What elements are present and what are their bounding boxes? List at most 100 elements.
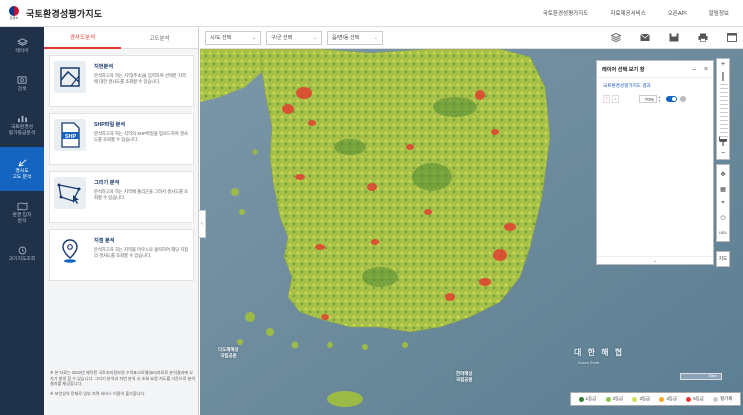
topnav-item-open-api[interactable]: 오픈API — [668, 9, 687, 17]
sidebar-item-label: 과거지도조회 — [8, 256, 36, 262]
government-emblem-icon: 환경부 — [8, 6, 20, 20]
sidebar-item-label: 레이어 — [15, 48, 29, 54]
sidebar-item-search[interactable]: 검색 — [0, 65, 44, 103]
opacity-stepper[interactable]: ▲ ▼ — [658, 95, 663, 103]
move-down-icon[interactable]: ↓ — [612, 95, 619, 103]
map-type-button[interactable]: 지도 — [716, 251, 730, 267]
card-title: SHP파일 분석 — [94, 122, 126, 128]
district-select[interactable]: 구/군 선택 ⌄ — [266, 30, 322, 45]
select-value: 구/군 선택 — [271, 35, 293, 41]
card-description: 분석하고자 하는 지역에 폴리곤을 그려서 경사도를 조회할 수 있습니다. — [94, 189, 189, 201]
chevron-down-icon: ⌄ — [373, 34, 378, 41]
legend-item: 1등급 — [578, 396, 596, 402]
tab-elevation-analysis[interactable]: 고도분석 — [121, 27, 198, 49]
sidebar-item-label: 환경 입지 분석 — [12, 212, 32, 224]
topnav-item-data-service[interactable]: 자료제공서비스 — [610, 9, 645, 17]
icon-sidebar: 레이어 검색 국토환경성 평가등급분석 경사도 고도 분석 환경 입지 분석 과… — [0, 27, 44, 415]
sidebar-item-label: 국토환경성 평가등급분석 — [8, 124, 36, 136]
close-icon[interactable]: × — [704, 66, 708, 73]
legend-item: 2등급 — [605, 396, 623, 402]
legend-item: 5등급 — [686, 396, 704, 402]
layers-stack-icon[interactable] — [611, 33, 621, 42]
compass-icon[interactable]: ✥ — [720, 171, 725, 178]
zoom-out-button[interactable]: − — [721, 148, 725, 159]
analysis-tabs: 경사도분석 고도분석 — [44, 27, 198, 49]
legend-swatch — [686, 396, 692, 402]
card-description: 분석하고자 하는 지역(주소)을 입력하여 선택한 지역에 대한 경사도를 조회… — [94, 73, 186, 85]
map-tool-group — [592, 33, 737, 42]
point-marker-icon — [54, 235, 86, 267]
move-up-icon[interactable]: ↑ — [603, 95, 610, 103]
chevron-down-icon: ⌄ — [652, 258, 658, 264]
grid-icon[interactable]: ▦ — [720, 186, 726, 193]
legend-item: 4등급 — [659, 396, 677, 402]
sidebar-item-layers[interactable]: 레이어 — [0, 27, 44, 65]
draw-analysis-card[interactable]: 그리기 분석 분석하고자 하는 지역에 폴리곤을 그려서 경사도를 조회할 수 … — [49, 171, 194, 223]
sea-label: 대 한 해 협 — [574, 348, 625, 357]
card-title: 지점 분석 — [94, 238, 115, 244]
zoom-in-button[interactable]: + — [721, 59, 725, 70]
slope-icon — [17, 159, 26, 167]
sidebar-item-site-analysis[interactable]: 환경 입지 분석 — [0, 191, 44, 235]
url-button[interactable]: URL — [719, 230, 727, 235]
island-label: 다도해해상 국립공원 — [218, 347, 239, 358]
chevron-left-icon: ‹ — [201, 221, 203, 227]
panel-collapse-button[interactable]: ‹ — [198, 210, 206, 238]
card-description: 분석하고자 하는 지역을 마우스로 클릭하여 해당 지점의 경사도를 조회할 수… — [94, 247, 189, 259]
layer-visibility-toggle[interactable] — [666, 96, 677, 102]
point-analysis-card[interactable]: 지점 분석 분석하고자 하는 지역을 마우스로 클릭하여 해당 지점의 경사도를… — [49, 229, 194, 281]
window-icon[interactable] — [727, 33, 737, 42]
legend-swatch — [659, 396, 665, 402]
location-icon[interactable]: ⌖ — [721, 200, 724, 207]
analysis-panel: 경사도분석 고도분석 지번분석 분석하고자 하는 지역(주소)을 입력하여 선택… — [44, 27, 199, 415]
map-analysis-icon — [17, 202, 27, 211]
top-nav: 국토환경성평가지도 자료제공서비스 오픈API 알림정보 — [521, 9, 729, 17]
province-select[interactable]: 시/도 선택 ⌄ — [205, 30, 261, 45]
note-data-source: ※ 본 자료는 2022년 제작된 국토지리정보원 수치표고모델(5m)자료로 … — [50, 370, 196, 387]
mail-icon[interactable] — [640, 33, 650, 42]
topnav-item-map[interactable]: 국토환경성평가지도 — [543, 9, 589, 17]
save-icon[interactable] — [669, 33, 679, 42]
legend-swatch — [605, 396, 611, 402]
legend-swatch — [632, 396, 638, 402]
sidebar-item-grade-analysis[interactable]: 국토환경성 평가등급분석 — [0, 103, 44, 147]
parcel-analysis-card[interactable]: 지번분석 분석하고자 하는 지역(주소)을 입력하여 선택한 지역에 대한 경사… — [49, 55, 194, 107]
town-select[interactable]: 읍/면/동 선택 ⌄ — [327, 30, 383, 45]
search-icon — [17, 76, 27, 84]
island-label: 한려해상 국립공원 — [456, 371, 473, 382]
minimize-icon[interactable]: – — [692, 66, 696, 73]
topnav-item-notice[interactable]: 알림정보 — [709, 9, 729, 17]
layer-window-expand[interactable]: ⌄ — [597, 256, 713, 264]
scale-bar: 30km — [680, 373, 722, 380]
top-header: 환경부 국토환경성평가지도 국토환경성평가지도 자료제공서비스 오픈API 알림… — [0, 0, 743, 27]
layer-controls-row: ↑ ↓ 70% ▲ ▼ — [603, 93, 707, 105]
card-description: 분석하고자 하는 지역의 SHP파일을 업로드하여 경사도를 조회할 수 있습니… — [94, 131, 188, 143]
parcel-icon — [54, 61, 86, 93]
shp-file-icon: SHP — [54, 119, 86, 151]
layer-window-title: 레이어 선택 보기 창 — [602, 66, 645, 73]
map-side-tools: ✥ ▦ ⌖ ⬠ URL — [716, 164, 730, 242]
history-icon — [18, 246, 26, 254]
map-view[interactable]: 시/도 선택 ⌄ 구/군 선택 ⌄ 읍/면/동 선택 ⌄ 레이어 선택 보기 창 – … — [200, 27, 743, 415]
print-icon[interactable] — [698, 33, 708, 42]
legend-item: 3등급 — [632, 396, 650, 402]
shp-analysis-card[interactable]: SHP SHP파일 분석 분석하고자 하는 지역의 SHP파일을 업로드하여 경… — [49, 113, 194, 165]
polygon-draw-icon — [54, 177, 86, 209]
opacity-input[interactable]: 70% — [639, 95, 657, 103]
sidebar-item-history[interactable]: 과거지도조회 — [0, 235, 44, 273]
polygon-select-icon[interactable]: ⬠ — [720, 215, 725, 222]
tab-slope-analysis[interactable]: 경사도분석 — [44, 27, 121, 49]
layers-icon — [16, 38, 28, 46]
select-value: 읍/면/동 선택 — [332, 35, 360, 41]
select-value: 시/도 선택 — [210, 35, 232, 41]
card-title: 그리기 분석 — [94, 180, 120, 186]
legend-swatch — [578, 396, 584, 402]
sea-label-english: Korea Strait — [578, 360, 600, 365]
bar-chart-icon — [17, 115, 27, 122]
panel-notes: ※ 본 자료는 2022년 제작된 국토지리정보원 수치표고모델(5m)자료로 … — [50, 370, 196, 401]
emblem-caption: 환경부 — [9, 16, 19, 20]
chevron-down-icon: ⌄ — [312, 34, 317, 41]
remove-layer-icon[interactable] — [680, 96, 686, 102]
sidebar-item-slope-analysis[interactable]: 경사도 고도 분석 — [0, 147, 44, 191]
logo[interactable]: 환경부 국토환경성평가지도 — [8, 6, 102, 20]
